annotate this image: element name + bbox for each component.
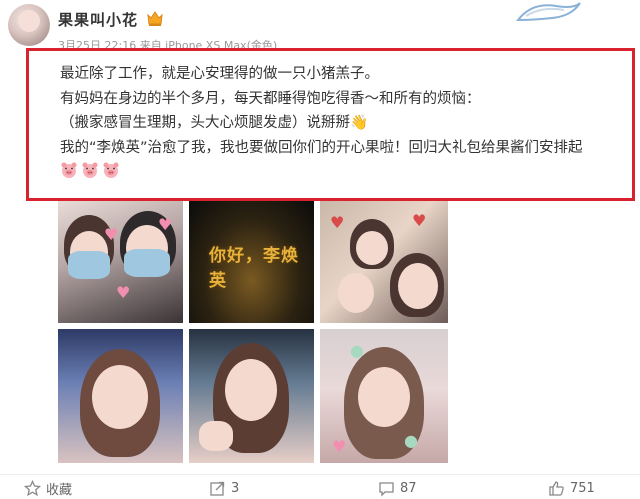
favorite-button[interactable]: 收藏: [24, 479, 73, 498]
poster-caption: 你好，李焕英: [209, 246, 299, 291]
star-icon: [24, 479, 41, 496]
photo-grid: ♥ ♥ ♥ 你好，李焕英 ♥ ♥ ● ● ♥: [58, 201, 448, 463]
post-line: 有妈妈在身边的半个多月，每天都睡得饱吃得香～和所有的烦恼：: [60, 90, 481, 107]
pig-face-icon: [103, 162, 119, 178]
pig-face-icon: [61, 162, 77, 178]
favorite-label: 收藏: [46, 482, 73, 498]
photo-portrait-heart-hand[interactable]: [189, 329, 314, 463]
post-line: （搬家感冒生理期，头大心烦腿发虚）说掰掰👋: [60, 115, 369, 131]
photo-group-selfie[interactable]: ♥ ♥: [320, 201, 448, 323]
post-line: 我的“李焕英”治愈了我，我也要做回你们的开心果啦！回归大礼包给果酱们安排起: [60, 139, 583, 156]
share-icon: [210, 481, 225, 496]
share-count: 3: [231, 480, 240, 496]
thumbs-up-icon: [549, 480, 564, 496]
like-button[interactable]: 751: [548, 479, 595, 497]
post-text: 最近除了工作，就是心安理得的做一只小猪羔子。 有妈妈在身边的半个多月，每天都睡得…: [60, 62, 630, 178]
photo-portrait-stickers[interactable]: ● ● ♥: [320, 329, 448, 463]
footer-divider: [0, 474, 640, 475]
photo-portrait-stage[interactable]: [58, 329, 183, 463]
username[interactable]: 果果叫小花: [58, 9, 138, 30]
photo-movie-poster[interactable]: 你好，李焕英: [189, 201, 314, 323]
vip-badge-icon: [147, 11, 163, 26]
comment-count: 87: [400, 480, 417, 496]
comment-button[interactable]: 87: [378, 479, 417, 497]
like-count: 751: [570, 480, 595, 496]
avatar[interactable]: [8, 4, 50, 46]
post-header: 果果叫小花 3月25日 22:16 来自 iPhone XS Max(金色): [0, 0, 640, 52]
photo-selfie-masks[interactable]: ♥ ♥ ♥: [58, 201, 183, 323]
post-line: 最近除了工作，就是心安理得的做一只小猪羔子。: [60, 66, 379, 82]
emoji-row: [60, 162, 630, 178]
comment-icon: [379, 481, 394, 497]
pig-face-icon: [82, 162, 98, 178]
share-button[interactable]: 3: [209, 479, 239, 497]
team-logo-icon: [515, 2, 581, 22]
